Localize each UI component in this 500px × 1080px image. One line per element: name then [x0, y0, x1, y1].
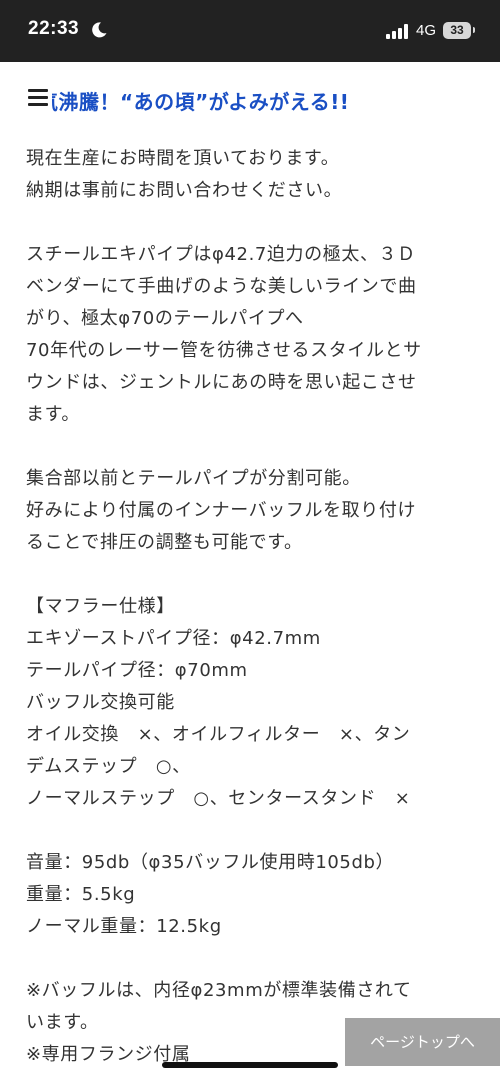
- page-title-clipped: 氣沸騰！: [52, 90, 120, 114]
- header: 氣沸騰！“あの頃”がよみがえる!!: [0, 62, 500, 142]
- description-line: 集合部以前とテールパイプが分割可能。: [26, 468, 361, 489]
- battery-icon: 33: [443, 22, 471, 39]
- menu-icon[interactable]: [28, 88, 48, 108]
- description-line: バッフル交換可能: [26, 692, 175, 713]
- description-line: テールパイプ径：φ70mm: [26, 660, 248, 681]
- description-line: エキゾーストパイプ径：φ42.7mm: [26, 628, 321, 649]
- description-line: スチールエキパイプはφ42.7迫力の極太、３Ｄ: [26, 244, 416, 265]
- description-line: 好みにより付属のインナーバッフルを取り付け: [26, 500, 417, 521]
- description-line: ※バッフルは、内径φ23mmが標準装備されて: [26, 980, 412, 1001]
- page-title: 氣沸騰！“あの頃”がよみがえる!!: [52, 86, 492, 115]
- description-line: オイル交換 ×、オイルフィルター ×、タン: [26, 724, 411, 745]
- description-line: ノーマルステップ ○、センタースタンド ×: [26, 788, 411, 809]
- status-bar: 22:33 4G 33: [0, 0, 500, 62]
- status-time: 22:33: [28, 18, 80, 39]
- description-line: 納期は事前にお問い合わせください。: [26, 180, 343, 201]
- description-line: ウンドは、ジェントルにあの時を思い起こさせ: [26, 372, 417, 393]
- description-line: ます。: [26, 404, 80, 425]
- page-title-rest: “あの頃”がよみがえる!!: [120, 90, 350, 114]
- description-line: ノーマル重量：12.5kg: [26, 916, 222, 937]
- description-line: 70年代のレーサー管を彷彿させるスタイルとサ: [26, 340, 422, 361]
- moon-icon: [92, 22, 107, 38]
- description-line: 重量：5.5kg: [26, 884, 136, 905]
- signal-icon: [386, 24, 408, 39]
- battery-cap: [473, 27, 475, 33]
- network-type: 4G: [416, 22, 437, 39]
- description-line: デムステップ ○、: [26, 756, 191, 777]
- description-line: 【マフラー仕様】: [26, 596, 175, 617]
- description-line: がり、極太φ70のテールパイプへ: [26, 308, 304, 329]
- description-line: ベンダーにて手曲げのような美しいラインで曲: [26, 276, 417, 297]
- description-line: ることで排圧の調整も可能です。: [26, 532, 303, 553]
- home-indicator: [162, 1062, 338, 1068]
- description-line: 現在生産にお時間を頂いております。: [26, 148, 340, 169]
- page-top-button[interactable]: ページトップへ: [345, 1018, 500, 1066]
- product-description: 現在生産にお時間を頂いております。 納期は事前にお問い合わせください。スチールエキ…: [26, 143, 466, 1071]
- description-line: 音量：95db（φ35バッフル使用時105db）: [26, 852, 395, 873]
